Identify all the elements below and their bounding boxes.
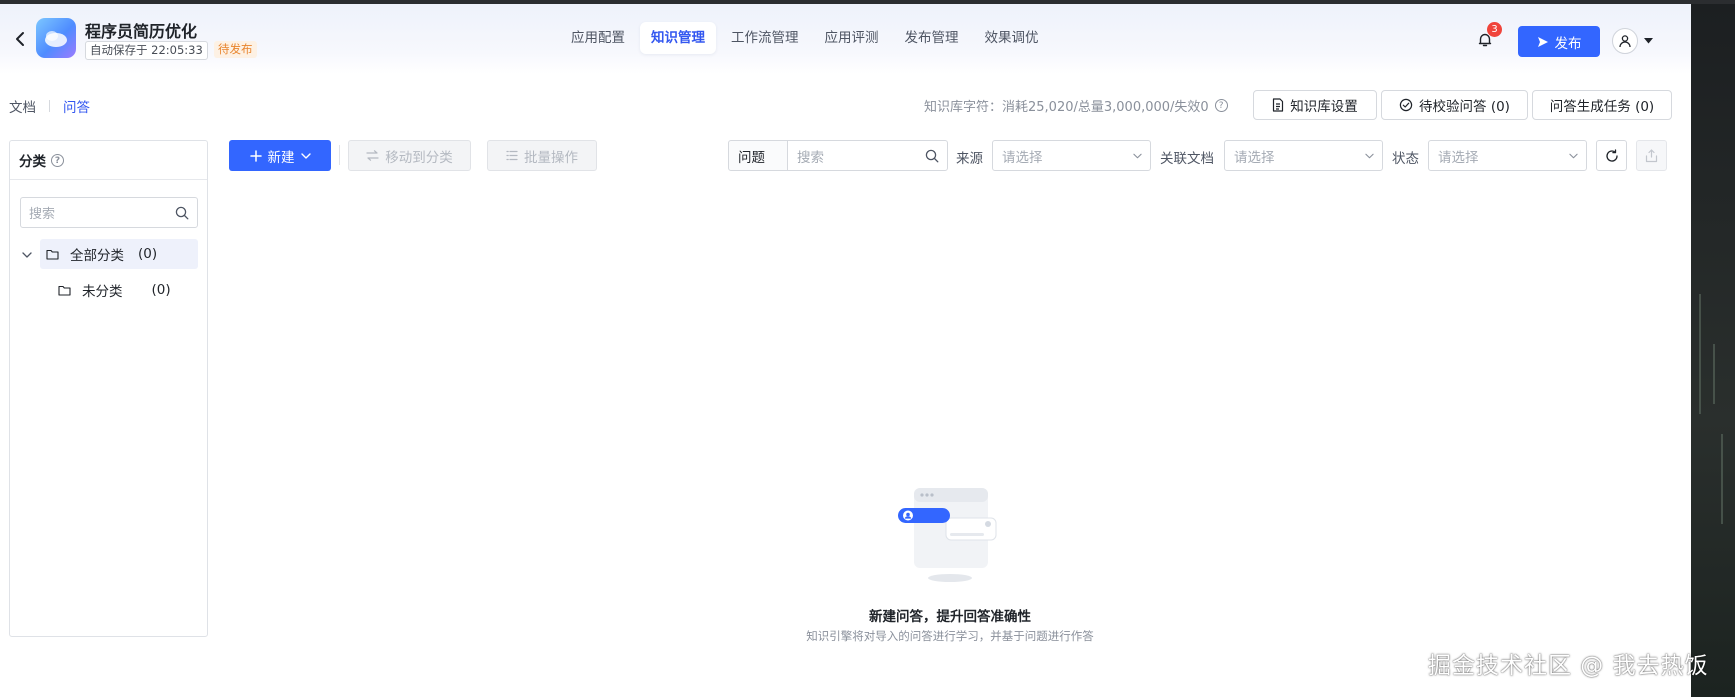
category-search-input[interactable]: 搜索	[20, 197, 198, 228]
empty-qa-illustration	[898, 488, 997, 582]
status-filter-select[interactable]: 请选择	[1428, 140, 1587, 171]
tree-item-label: 未分类	[82, 284, 123, 300]
tab-app-evaluation[interactable]: 应用评测	[814, 22, 890, 54]
tab-effect-tuning[interactable]: 效果调优	[974, 22, 1050, 54]
help-icon[interactable]: ?	[51, 153, 64, 167]
source-filter-placeholder: 请选择	[1002, 149, 1043, 166]
tab-knowledge-management[interactable]: 知识管理	[640, 22, 716, 54]
watermark: 掘金技术社区 @ 我去热饭	[1428, 653, 1709, 679]
search-icon	[925, 149, 939, 162]
subtab-divider	[49, 100, 50, 112]
pending-qa-label: 待校验问答 (0)	[1419, 99, 1510, 115]
refresh-icon	[1605, 148, 1618, 162]
export-button[interactable]	[1636, 140, 1667, 171]
source-filter-select[interactable]: 请选择	[992, 140, 1151, 171]
publish-button-label: 发布	[1554, 35, 1582, 52]
folder-icon	[46, 249, 59, 260]
tab-workflow-management[interactable]: 工作流管理	[720, 22, 810, 54]
folder-icon	[58, 285, 71, 296]
app-logo	[36, 18, 76, 58]
send-icon	[1537, 36, 1548, 47]
search-field-value: 问题	[738, 149, 765, 166]
kb-settings-label: 知识库设置	[1290, 99, 1358, 115]
category-search-placeholder: 搜索	[29, 207, 56, 222]
tree-item-count: (0)	[138, 246, 158, 262]
new-qa-button[interactable]: 新建	[229, 140, 331, 171]
plus-icon	[249, 149, 262, 162]
background-video-strip	[1691, 4, 1735, 697]
chevron-down-icon	[22, 252, 32, 258]
refresh-button[interactable]	[1596, 140, 1627, 171]
linked-doc-filter-select[interactable]: 请选择	[1224, 140, 1383, 171]
autosave-status: 自动保存于 22:05:33	[85, 41, 208, 60]
chevron-down-icon	[1569, 153, 1578, 158]
sidebar-header: 分类 ?	[10, 141, 207, 180]
batch-operation-label: 批量操作	[524, 149, 578, 166]
tab-app-config[interactable]: 应用配置	[560, 22, 636, 54]
content-subtabs: 文档 问答	[9, 96, 90, 116]
publish-button[interactable]: 发布	[1518, 26, 1600, 57]
notification-button[interactable]: 3	[1473, 22, 1502, 52]
pending-qa-button[interactable]: 待校验问答 (0)	[1381, 90, 1528, 120]
chevron-down-icon	[300, 152, 311, 159]
tree-item-label: 全部分类	[70, 248, 124, 264]
empty-state-title: 新建问答，提升回答准确性	[869, 609, 1031, 625]
subtab-qa[interactable]: 问答	[63, 96, 90, 116]
search-icon	[175, 206, 189, 219]
sidebar-title: 分类	[19, 154, 46, 170]
status-filter-placeholder: 请选择	[1438, 149, 1479, 166]
tree-item-all-categories[interactable]: 全部分类 (0)	[40, 239, 198, 269]
avatar	[1612, 28, 1638, 54]
move-to-category-label: 移动到分类	[385, 149, 453, 166]
linked-doc-filter-placeholder: 请选择	[1234, 149, 1275, 166]
user-icon	[1619, 35, 1631, 48]
qa-check-icon	[1399, 98, 1413, 112]
knowledge-quota: 知识库字符：消耗25,020/总量3,000,000/失效0 ?	[924, 96, 1228, 115]
empty-state-description: 知识引擎将对导入的问答进行学习，并基于问题进行作答	[806, 629, 1094, 643]
qa-tasks-label: 问答生成任务 (0)	[1549, 99, 1655, 115]
document-icon	[1273, 98, 1284, 112]
move-to-category-button[interactable]: 移动到分类	[348, 140, 471, 171]
tree-expand-toggle[interactable]	[21, 249, 33, 261]
chevron-down-icon	[1133, 153, 1142, 158]
main-nav: 应用配置 知识管理 工作流管理 应用评测 发布管理 效果调优	[560, 22, 1050, 54]
linked-doc-filter-label: 关联文档	[1160, 151, 1214, 167]
empty-state-illustration	[894, 482, 1006, 586]
publish-status-badge: 待发布	[214, 41, 257, 58]
category-sidebar: 分类 ? 搜索 全部分类 (0) 未分类 (0)	[9, 140, 208, 637]
subtab-documents[interactable]: 文档	[9, 96, 36, 116]
tree-item-count: (0)	[151, 282, 171, 298]
help-icon[interactable]: ?	[1214, 99, 1228, 112]
new-qa-label: 新建	[267, 149, 295, 166]
toolbar-divider	[339, 145, 340, 165]
swap-icon	[366, 150, 379, 161]
list-icon	[506, 150, 518, 161]
search-field-select[interactable]: 问题	[728, 140, 788, 171]
source-filter-label: 来源	[956, 151, 983, 167]
kb-settings-button[interactable]: 知识库设置	[1253, 90, 1377, 120]
qa-generation-tasks-button[interactable]: 问答生成任务 (0)	[1532, 90, 1672, 120]
notification-count-badge: 3	[1487, 22, 1502, 37]
caret-down-icon	[1644, 38, 1653, 44]
status-filter-label: 状态	[1392, 151, 1419, 167]
export-icon	[1645, 148, 1658, 162]
user-menu[interactable]	[1612, 26, 1660, 56]
app-window: 程序员简历优化 自动保存于 22:05:33 待发布 应用配置 知识管理 工作流…	[0, 4, 1691, 697]
tree-item-uncategorized[interactable]: 未分类 (0)	[58, 275, 198, 305]
chevron-down-icon	[1365, 153, 1374, 158]
back-button[interactable]	[10, 28, 30, 50]
app-title: 程序员简历优化	[85, 22, 198, 41]
qa-search-input[interactable]: 搜索	[787, 140, 948, 171]
chevron-left-icon	[16, 32, 24, 46]
tab-release-management[interactable]: 发布管理	[894, 22, 970, 54]
quota-text: 知识库字符：消耗25,020/总量3,000,000/失效0	[924, 100, 1209, 115]
cloud-logo-icon	[45, 31, 67, 47]
qa-search-placeholder: 搜索	[797, 149, 824, 166]
batch-operation-button[interactable]: 批量操作	[487, 140, 597, 171]
